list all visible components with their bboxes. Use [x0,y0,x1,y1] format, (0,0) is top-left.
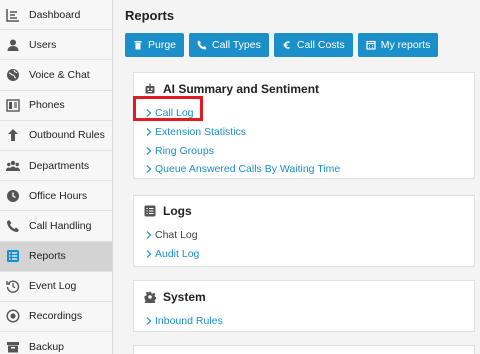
panel-title: AI Summary and Sentiment [163,81,320,96]
link-chat-log[interactable]: Chat Log [134,226,474,245]
calendar-icon [366,40,376,50]
panel-title: System [163,289,206,304]
link-extension-statistics[interactable]: Extension Statistics [134,123,474,142]
sidebar-item-event-log[interactable]: Event Log [0,272,112,302]
robot-icon [144,83,156,95]
panel-next [133,345,475,354]
link-call-log[interactable]: Call Log [134,104,474,123]
call-costs-label: Call Costs [296,39,345,51]
link-label: Extension Statistics [155,126,247,139]
gear-icon [144,291,156,303]
sidebar-item-label: Reports [29,250,66,263]
record-icon [6,309,20,323]
sidebar-item-label: Voice & Chat [29,68,90,81]
panel-system: System Inbound Rules [133,280,475,332]
chevron-right-icon [145,146,153,155]
sidebar: Dashboard Users Voice & Chat Phones Outb… [0,0,113,354]
euro-icon [282,40,292,50]
sidebar-item-office-hours[interactable]: Office Hours [0,181,112,212]
sidebar-item-reports[interactable]: Reports [0,241,112,272]
sidebar-item-backup[interactable]: Backup [0,332,112,354]
panel-header: AI Summary and Sentiment [134,73,474,104]
toolbar: Purge Call Types Call Costs My reports [125,33,439,57]
chevron-right-icon [145,250,153,258]
panel-header: Logs [134,196,474,226]
purge-label: Purge [148,39,177,51]
purge-button[interactable]: Purge [125,33,185,57]
sidebar-item-label: Office Hours [29,189,88,202]
chevron-right-icon [145,165,153,174]
arrow-up-icon [6,128,20,142]
call-costs-button[interactable]: Call Costs [273,33,353,57]
phone-handset-icon [6,219,20,233]
phones-icon [6,98,20,112]
call-types-label: Call Types [212,39,261,51]
sidebar-item-recordings[interactable]: Recordings [0,302,112,333]
panel-title: Logs [163,204,192,218]
panel-header: System [134,281,474,312]
globe-icon [6,68,20,82]
sidebar-item-label: Departments [29,159,90,172]
my-reports-button[interactable]: My reports [357,33,439,57]
sidebar-item-label: Recordings [29,310,83,323]
sidebar-item-dashboard[interactable]: Dashboard [0,0,112,31]
panel-ai-summary: AI Summary and Sentiment Call Log Extens… [133,72,475,179]
chevron-right-icon [145,128,153,136]
list-icon [144,205,156,217]
link-audit-log[interactable]: Audit Log [134,245,474,264]
trash-icon [133,40,143,50]
sidebar-item-label: Dashboard [29,8,81,21]
dashboard-icon [6,8,20,22]
sidebar-item-label: Backup [29,340,65,353]
link-label: Queue Answered Calls By Waiting Time [155,163,341,176]
link-label: Audit Log [155,248,200,261]
user-icon [6,38,20,52]
chevron-right-icon [145,231,153,240]
sidebar-item-outbound-rules[interactable]: Outbound Rules [0,121,112,151]
sidebar-item-label: Event Log [29,280,77,293]
panel-logs: Logs Chat Log Audit Log [133,195,475,267]
link-label: Call Log [155,107,194,120]
sidebar-item-voice-chat[interactable]: Voice & Chat [0,60,112,91]
sidebar-item-phones[interactable]: Phones [0,91,112,121]
link-queue-answered-calls[interactable]: Queue Answered Calls By Waiting Time [134,160,474,179]
sidebar-item-label: Call Handling [29,219,92,232]
call-types-button[interactable]: Call Types [189,33,269,57]
my-reports-label: My reports [380,39,431,51]
sidebar-item-label: Outbound Rules [29,129,105,142]
list-icon [6,249,20,263]
chevron-right-icon [145,109,153,118]
link-label: Chat Log [155,229,198,242]
link-inbound-rules[interactable]: Inbound Rules [134,312,474,331]
sidebar-item-departments[interactable]: Departments [0,151,112,182]
history-icon [6,279,20,294]
archive-icon [6,340,20,354]
sidebar-item-users[interactable]: Users [0,30,112,61]
chevron-right-icon [145,317,153,326]
link-ring-groups[interactable]: Ring Groups [134,141,474,160]
group-icon [6,159,20,173]
page-title: Reports [125,8,175,23]
main-content: Reports Purge Call Types Call Costs My r… [113,0,480,354]
sidebar-item-label: Phones [29,99,65,112]
link-label: Ring Groups [155,144,214,157]
link-label: Inbound Rules [155,315,223,328]
sidebar-item-label: Users [29,38,57,51]
phone-handset-icon [197,40,207,50]
clock-icon [6,189,20,203]
sidebar-item-call-handling[interactable]: Call Handling [0,211,112,242]
